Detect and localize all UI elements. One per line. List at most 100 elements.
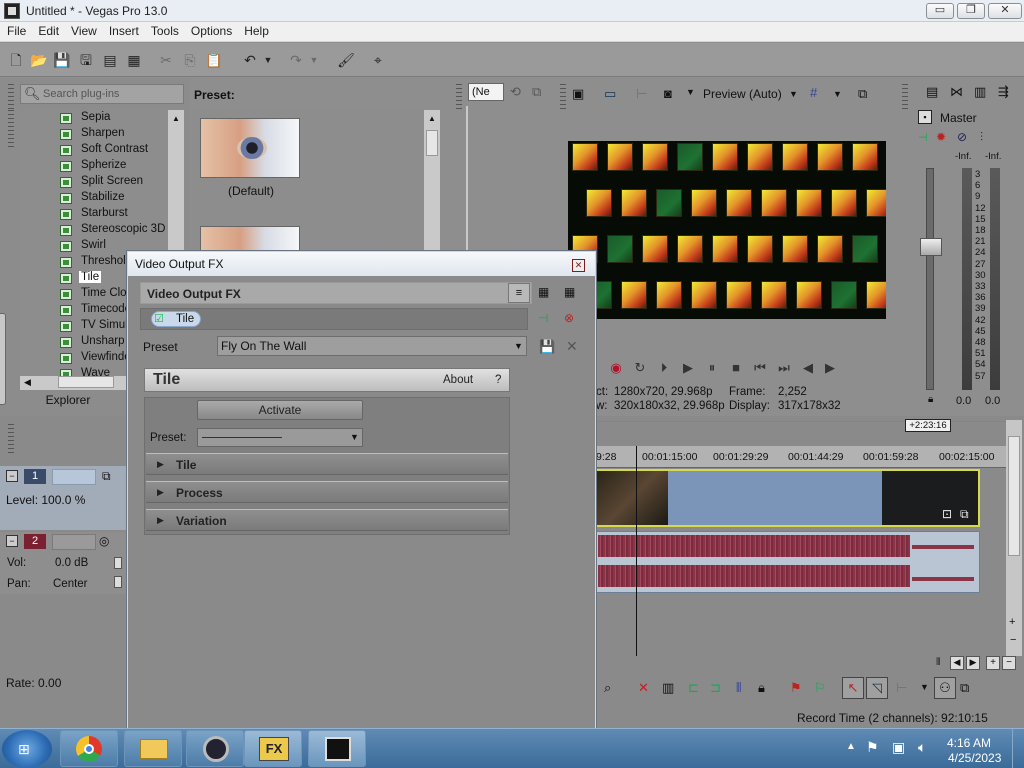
search-input[interactable] bbox=[43, 87, 181, 101]
taskbar-explorer[interactable] bbox=[124, 730, 182, 767]
tab-explorer[interactable]: Explorer bbox=[18, 393, 118, 409]
mixer-tool-icon[interactable]: ▥ bbox=[974, 84, 986, 100]
plugin-item[interactable]: Stereoscopic 3D A bbox=[20, 222, 168, 238]
taskbar-search-app[interactable] bbox=[186, 730, 244, 767]
new-file-icon[interactable]: 🗋 bbox=[6, 50, 26, 70]
track-motion-icon[interactable]: ⧉ bbox=[102, 469, 111, 484]
docking-edge[interactable] bbox=[0, 313, 6, 405]
go-to-end-icon[interactable]: ⏭ bbox=[776, 360, 792, 376]
taskbar-vegas[interactable] bbox=[308, 730, 366, 767]
menu-file[interactable]: File bbox=[0, 22, 31, 38]
copy-icon[interactable]: ⎘ bbox=[180, 50, 200, 70]
grid-view-icon[interactable]: ▦ bbox=[564, 285, 575, 299]
fx-enabled-checkbox[interactable]: ☑ bbox=[154, 313, 166, 325]
master-fx-icon[interactable]: ✹ bbox=[936, 130, 946, 144]
properties-icon[interactable]: ▤ bbox=[100, 50, 120, 70]
zoom-out-icon[interactable]: − bbox=[1002, 656, 1016, 670]
close-window-button[interactable]: ✕ bbox=[988, 3, 1022, 19]
insert-marker-icon[interactable]: ⚑ bbox=[790, 680, 802, 696]
plugin-item[interactable]: Split Screen bbox=[20, 174, 168, 190]
playhead-cursor[interactable] bbox=[636, 446, 637, 656]
single-view-icon[interactable]: ≡ bbox=[508, 283, 530, 303]
volume-slider-thumb[interactable] bbox=[114, 557, 122, 569]
scroll-grip-icon[interactable]: ⦀ bbox=[936, 657, 940, 668]
master-fader-knob[interactable] bbox=[920, 238, 942, 256]
split-screen-icon[interactable]: ⊢ bbox=[636, 86, 647, 102]
paste-icon[interactable]: 📋 bbox=[204, 50, 224, 70]
arm-record-icon[interactable]: ◎ bbox=[99, 534, 109, 548]
help-link[interactable]: ? bbox=[495, 374, 501, 386]
taskbar-fx-dialog[interactable]: FX bbox=[244, 730, 302, 767]
plugin-item[interactable]: Starburst bbox=[20, 206, 168, 222]
record-icon[interactable]: ◉ bbox=[608, 360, 624, 376]
lock-icon[interactable]: 🔒︎ bbox=[928, 394, 933, 405]
cut-icon[interactable]: ✂ bbox=[156, 50, 176, 70]
clock-date[interactable]: 4/25/2023 bbox=[948, 751, 1001, 765]
about-link[interactable]: About bbox=[443, 374, 473, 386]
pan-slider-thumb[interactable] bbox=[114, 576, 122, 588]
zoom-tool-icon[interactable]: ⌕ bbox=[604, 680, 611, 696]
minimize-button[interactable]: ▭ bbox=[926, 3, 954, 19]
go-to-start-icon[interactable]: ⏮ bbox=[752, 360, 768, 376]
menu-insert[interactable]: Insert bbox=[102, 22, 144, 38]
menu-view[interactable]: View bbox=[64, 22, 102, 38]
taskbar-chrome[interactable] bbox=[60, 730, 118, 767]
brush-icon[interactable]: 🖌 bbox=[336, 50, 356, 70]
scroll-thumb[interactable] bbox=[1008, 436, 1020, 556]
whats-this-help-icon[interactable]: ⌖ bbox=[368, 50, 388, 70]
solo-icon[interactable]: ⫶ bbox=[980, 130, 983, 145]
lock-envelopes-icon[interactable]: ⧉ bbox=[960, 680, 969, 696]
preset-scrollbar[interactable]: ▲ bbox=[424, 110, 440, 256]
insert-region-icon[interactable]: ⚐ bbox=[814, 680, 826, 696]
previous-frame-icon[interactable]: ◀ bbox=[800, 360, 816, 376]
zoom-in-icon[interactable]: + bbox=[1009, 616, 1015, 628]
lock-event-icon[interactable]: 🔒︎ bbox=[758, 680, 765, 696]
mute-icon[interactable]: ⊘ bbox=[957, 130, 967, 144]
dialog-title-bar[interactable]: Video Output FX ✕ bbox=[128, 252, 595, 276]
timeline-vertical-scrollbar[interactable]: + − bbox=[1006, 420, 1022, 656]
show-desktop-button[interactable] bbox=[1012, 729, 1024, 768]
trim-start-icon[interactable]: ⊏ bbox=[688, 680, 699, 696]
auto-ripple-icon[interactable]: ⚇ bbox=[934, 677, 956, 699]
next-frame-icon[interactable]: ▶ bbox=[822, 360, 838, 376]
event-fx-icon[interactable]: ⧉ bbox=[960, 507, 969, 522]
save-as-icon[interactable]: 🖫 bbox=[76, 50, 96, 70]
hscroll-thumb[interactable] bbox=[58, 376, 114, 388]
plugin-item[interactable]: Stabilize bbox=[20, 190, 168, 206]
network-icon[interactable]: ▣ bbox=[892, 739, 905, 756]
section-tile[interactable]: ▶ Tile bbox=[146, 453, 508, 475]
plug-in-chain-icon[interactable]: ⊣ bbox=[538, 311, 548, 325]
redo-icon[interactable]: ↷ bbox=[286, 50, 306, 70]
scroll-up-icon[interactable]: ▲ bbox=[428, 114, 436, 123]
play-from-start-icon[interactable]: ⏵ bbox=[656, 360, 672, 376]
volume-icon[interactable]: 🔈︎ bbox=[918, 739, 926, 756]
normal-edit-tool-icon[interactable]: ↖ bbox=[842, 677, 864, 699]
scroll-thumb[interactable] bbox=[426, 130, 438, 156]
snapping-icon[interactable]: ⊢ bbox=[896, 680, 907, 696]
scroll-left-icon[interactable]: ◀ bbox=[24, 377, 31, 388]
show-hidden-icons-icon[interactable]: ▲ bbox=[846, 741, 856, 752]
inner-preset-dropdown[interactable]: ▼ bbox=[197, 428, 363, 447]
undo-dropdown-icon[interactable]: ▼ bbox=[262, 50, 274, 70]
save-preset-icon[interactable]: 💾 bbox=[539, 339, 555, 355]
video-track-header[interactable]: − 1 ⧉ Level: 100.0 % bbox=[0, 466, 128, 530]
trim-end-icon[interactable]: ⊐ bbox=[710, 680, 721, 696]
list-view-icon[interactable]: ▦ bbox=[538, 285, 549, 299]
play-icon[interactable]: ▶ bbox=[680, 360, 696, 376]
delete-preset-icon[interactable]: ✕ bbox=[566, 338, 578, 355]
menu-tools[interactable]: Tools bbox=[144, 22, 184, 38]
minimize-track-icon[interactable]: − bbox=[6, 535, 18, 547]
plugin-item[interactable]: Sepia bbox=[20, 110, 168, 126]
activate-button[interactable]: Activate bbox=[197, 400, 363, 420]
trim-icon[interactable]: ▥ bbox=[662, 680, 674, 696]
mixer-tool-icon[interactable]: ⇶ bbox=[998, 84, 1009, 100]
clock-time[interactable]: 4:16 AM bbox=[947, 736, 991, 750]
section-process[interactable]: ▶ Process bbox=[146, 481, 508, 503]
pause-icon[interactable]: ⏸ bbox=[704, 360, 720, 376]
stop-icon[interactable]: ■ bbox=[728, 360, 744, 376]
preview-properties-icon[interactable]: ▣ bbox=[572, 86, 584, 102]
action-center-icon[interactable]: ⚑ bbox=[866, 739, 879, 756]
remove-plugin-icon[interactable]: ⊗ bbox=[564, 311, 574, 325]
redo-dropdown-icon[interactable]: ▼ bbox=[308, 50, 320, 70]
preview-quality[interactable]: Preview (Auto) bbox=[703, 87, 782, 101]
